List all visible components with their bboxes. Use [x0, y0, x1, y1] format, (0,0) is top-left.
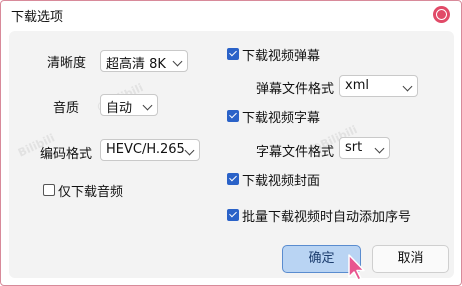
download-cover-label: 下载视频封面: [242, 174, 321, 189]
download-options-dialog: 下载选项 Bilibili @Bilibili @Bilibili 清晰度 超高…: [0, 0, 462, 286]
chevron-down-icon: [402, 81, 413, 92]
chevron-down-icon: [184, 145, 195, 156]
chevron-down-icon: [142, 100, 153, 111]
subtitle-format-label: 字幕文件格式: [256, 145, 335, 160]
checkbox-checked-icon: [227, 48, 239, 60]
dialog-title: 下载选项: [11, 10, 64, 25]
checkbox-checked-icon: [227, 209, 239, 221]
danmaku-format-dropdown[interactable]: xml: [339, 75, 418, 97]
cancel-button[interactable]: 取消: [372, 245, 449, 273]
checkbox-checked-icon: [227, 173, 239, 185]
checkbox-box: [43, 184, 55, 196]
subtitle-format-value: srt: [345, 140, 363, 155]
codec-label: 编码格式: [40, 147, 93, 162]
mouse-pointer-icon: [348, 254, 365, 281]
audio-only-label: 仅下载音频: [58, 185, 124, 200]
chevron-down-icon: [374, 143, 385, 154]
audio-quality-dropdown[interactable]: 自动: [100, 94, 158, 116]
close-button[interactable]: [433, 6, 450, 23]
download-danmaku-label: 下载视频弹幕: [242, 49, 321, 64]
quality-dropdown[interactable]: 超高清 8K: [100, 50, 188, 72]
chevron-down-icon: [172, 56, 183, 67]
auto-serial-label: 批量下载视频时自动添加序号: [242, 210, 412, 225]
codec-dropdown[interactable]: HEVC/H.265: [100, 139, 200, 161]
danmaku-format-label: 弹幕文件格式: [256, 82, 335, 97]
download-subtitle-label: 下载视频字幕: [242, 111, 321, 126]
codec-value: HEVC/H.265: [106, 142, 185, 157]
audio-quality-value: 自动: [106, 101, 133, 116]
close-icon: [436, 9, 447, 20]
quality-label: 清晰度: [47, 56, 87, 71]
options-panel: Bilibili @Bilibili @Bilibili 清晰度 超高清 8K …: [9, 31, 454, 278]
checkbox-checked-icon: [227, 110, 239, 122]
quality-value: 超高清 8K: [106, 57, 166, 72]
audio-quality-label: 音质: [53, 101, 80, 116]
danmaku-format-value: xml: [345, 78, 369, 93]
title-bar: 下载选项: [1, 1, 461, 29]
subtitle-format-dropdown[interactable]: srt: [339, 137, 390, 159]
